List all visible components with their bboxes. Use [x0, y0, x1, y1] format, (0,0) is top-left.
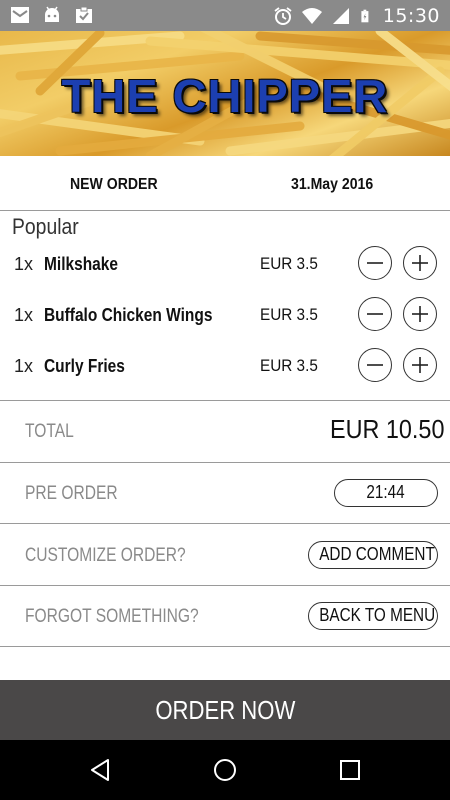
system-icons: 15:30	[273, 5, 440, 27]
decrease-quantity-button[interactable]	[358, 348, 392, 382]
minus-icon	[367, 364, 383, 366]
increase-quantity-button[interactable]	[403, 297, 437, 331]
alarm-icon	[274, 7, 292, 25]
item-name: Curly Fries	[44, 356, 125, 376]
wifi-icon	[301, 8, 322, 24]
forgot-something-label: FORGOT SOMETHING?	[25, 606, 199, 627]
order-item-row: 1x Milkshake EUR 3.5	[0, 244, 450, 284]
pre-order-time: 21:44	[366, 482, 406, 502]
status-bar: 15:30	[0, 0, 450, 31]
item-price: EUR 3.5	[260, 356, 318, 375]
customize-order-label: CUSTOMIZE ORDER?	[25, 545, 186, 566]
minus-icon	[367, 313, 383, 315]
increase-quantity-button[interactable]	[403, 246, 437, 280]
plus-icon	[412, 306, 428, 322]
clock: 15:30	[382, 5, 440, 27]
item-quantity: 1x	[14, 254, 34, 274]
add-comment-button[interactable]: ADD COMMENT	[308, 541, 438, 569]
decrease-quantity-button[interactable]	[358, 246, 392, 280]
plus-icon	[412, 255, 428, 271]
android-icon	[45, 6, 59, 22]
add-comment-label: ADD COMMENT	[319, 544, 435, 564]
home-icon[interactable]	[213, 758, 237, 782]
chipper-banner: THE CHIPPER	[0, 31, 450, 156]
mail-icon	[11, 7, 29, 23]
new-order-label: NEW ORDER	[70, 176, 158, 193]
total-value: EUR 10.50	[330, 414, 445, 444]
divider	[0, 585, 450, 586]
item-price: EUR 3.5	[260, 305, 318, 324]
divider	[0, 400, 450, 401]
order-date: 31.May 2016	[291, 176, 374, 193]
recent-apps-icon[interactable]	[338, 758, 362, 782]
minus-icon	[367, 262, 383, 264]
battery-charging-icon	[361, 9, 369, 23]
order-now-button[interactable]: ORDER NOW	[0, 680, 450, 740]
item-name: Buffalo Chicken Wings	[44, 305, 213, 325]
clipboard-check-icon	[76, 6, 92, 23]
item-quantity: 1x	[14, 305, 34, 325]
pre-order-time-picker[interactable]: 21:44	[334, 479, 438, 507]
signal-icon	[332, 8, 349, 24]
pre-order-label: PRE ORDER	[25, 483, 118, 504]
item-price: EUR 3.5	[260, 254, 318, 273]
navigation-bar	[0, 740, 450, 800]
divider	[0, 523, 450, 524]
brand-title: THE CHIPPER	[61, 70, 389, 122]
order-now-label: ORDER NOW	[155, 695, 295, 725]
notification-icons	[10, 5, 94, 25]
order-item-row: 1x Buffalo Chicken Wings EUR 3.5	[0, 295, 450, 335]
total-label: TOTAL	[25, 421, 74, 442]
item-name: Milkshake	[44, 254, 119, 274]
back-to-menu-label: BACK TO MENU	[319, 605, 436, 625]
divider	[0, 646, 450, 647]
order-header: NEW ORDER 31.May 2016	[0, 156, 450, 211]
back-to-menu-button[interactable]: BACK TO MENU	[308, 602, 438, 630]
decrease-quantity-button[interactable]	[358, 297, 392, 331]
section-title: Popular	[12, 214, 79, 239]
item-quantity: 1x	[14, 356, 34, 376]
increase-quantity-button[interactable]	[403, 348, 437, 382]
order-item-row: 1x Curly Fries EUR 3.5	[0, 346, 450, 386]
plus-icon	[412, 357, 428, 373]
back-icon[interactable]	[88, 758, 112, 782]
divider	[0, 462, 450, 463]
